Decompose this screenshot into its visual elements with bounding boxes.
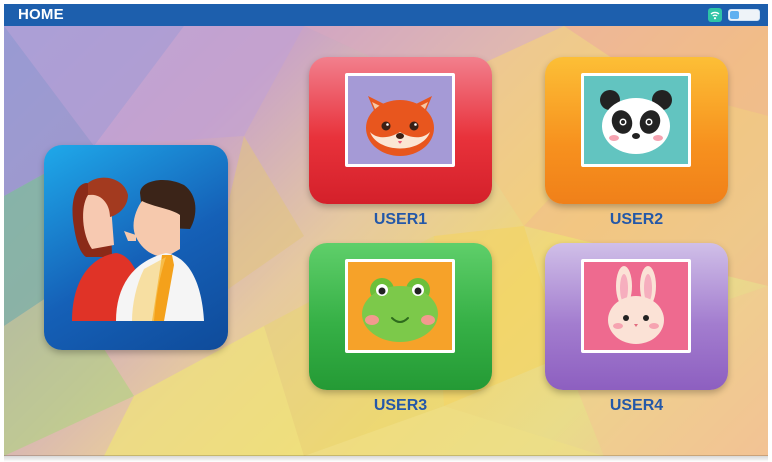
user1-label[interactable]: USER1 [309,211,492,229]
user4-tile[interactable] [545,243,728,390]
user3-avatar [345,259,455,353]
user4-avatar [581,259,691,353]
home-screen: HOME USER1 USER2 USER3 USER4 [0,0,772,462]
frog-icon [362,278,438,342]
user4-label[interactable]: USER4 [545,397,728,415]
panda-icon [600,90,672,154]
wifi-icon [708,8,722,22]
user2-tile[interactable] [545,57,728,204]
user3-label[interactable]: USER3 [309,397,492,415]
user2-label[interactable]: USER2 [545,211,728,229]
bottom-shadow [4,455,768,462]
status-bar: HOME [4,4,768,26]
battery-icon [728,9,760,21]
user1-tile[interactable] [309,57,492,204]
screen-title: HOME [18,6,64,23]
rabbit-icon [608,266,664,344]
people-icon [72,177,204,321]
user1-avatar [345,73,455,167]
user2-avatar [581,73,691,167]
user3-tile[interactable] [309,243,492,390]
account-tile[interactable] [44,145,228,350]
fox-icon [366,96,434,156]
